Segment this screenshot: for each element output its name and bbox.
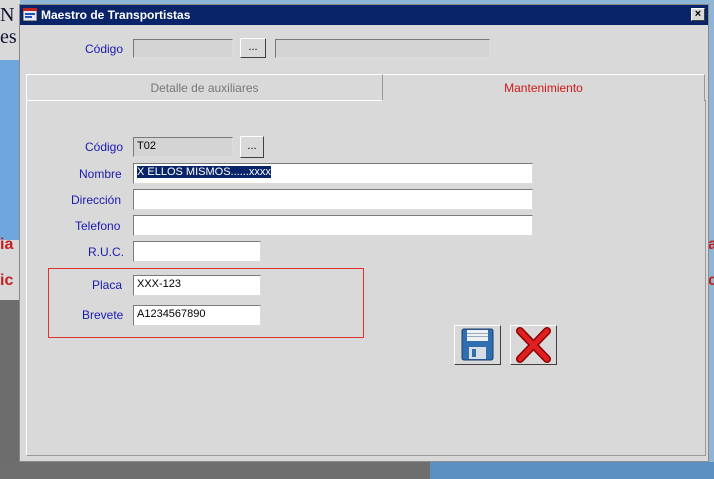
desktop-blue-strip [0,60,20,240]
background-text: ic [0,272,14,289]
nombre-input[interactable]: X ELLOS MISMOS......xxxx [133,163,533,184]
ruc-input[interactable] [133,241,261,262]
telefono-label: Telefono [75,219,121,233]
header-codigo-input[interactable] [133,39,233,58]
codigo-input[interactable]: T02 [133,137,233,157]
red-x-icon [516,327,551,363]
brevete-label: Brevete [82,308,124,322]
close-button[interactable]: × [691,8,705,21]
header-codigo-label: Código [85,42,124,56]
codigo-label: Código [85,140,124,154]
ruc-label: R.U.C. [88,245,124,259]
nombre-label: Nombre [79,167,122,181]
desktop-bottom [0,462,714,479]
codigo-browse-button[interactable]: ... [240,136,264,158]
brevete-input[interactable]: A1234567890 [133,305,261,326]
tab-mantenimiento[interactable]: Mantenimiento [383,74,705,101]
close-icon: × [694,8,702,20]
tab-detalle-auxiliares[interactable]: Detalle de auxiliares [26,74,383,101]
placa-input[interactable]: XXX-123 [133,275,261,296]
telefono-input[interactable] [133,215,533,236]
app-icon [23,8,37,21]
save-button[interactable] [454,325,501,365]
desktop-gray-strip [0,300,20,479]
nombre-value: X ELLOS MISMOS......xxxx [137,166,271,178]
direccion-label: Dirección [71,193,122,207]
background-text: N [0,4,15,26]
cancel-button[interactable] [510,325,557,365]
background-text: ia [0,236,14,253]
background-text: es [0,26,17,48]
window-title: Maestro de Transportistas [41,8,191,22]
header-browse-button[interactable]: ... [240,38,266,58]
placa-label: Placa [92,278,123,292]
direccion-input[interactable] [133,189,533,210]
maestro-transportistas-window: Maestro de Transportistas × Código ... D… [19,4,709,462]
floppy-disk-icon [461,328,494,361]
header-descripcion-input[interactable] [275,39,490,58]
title-bar[interactable]: Maestro de Transportistas × [20,5,708,25]
